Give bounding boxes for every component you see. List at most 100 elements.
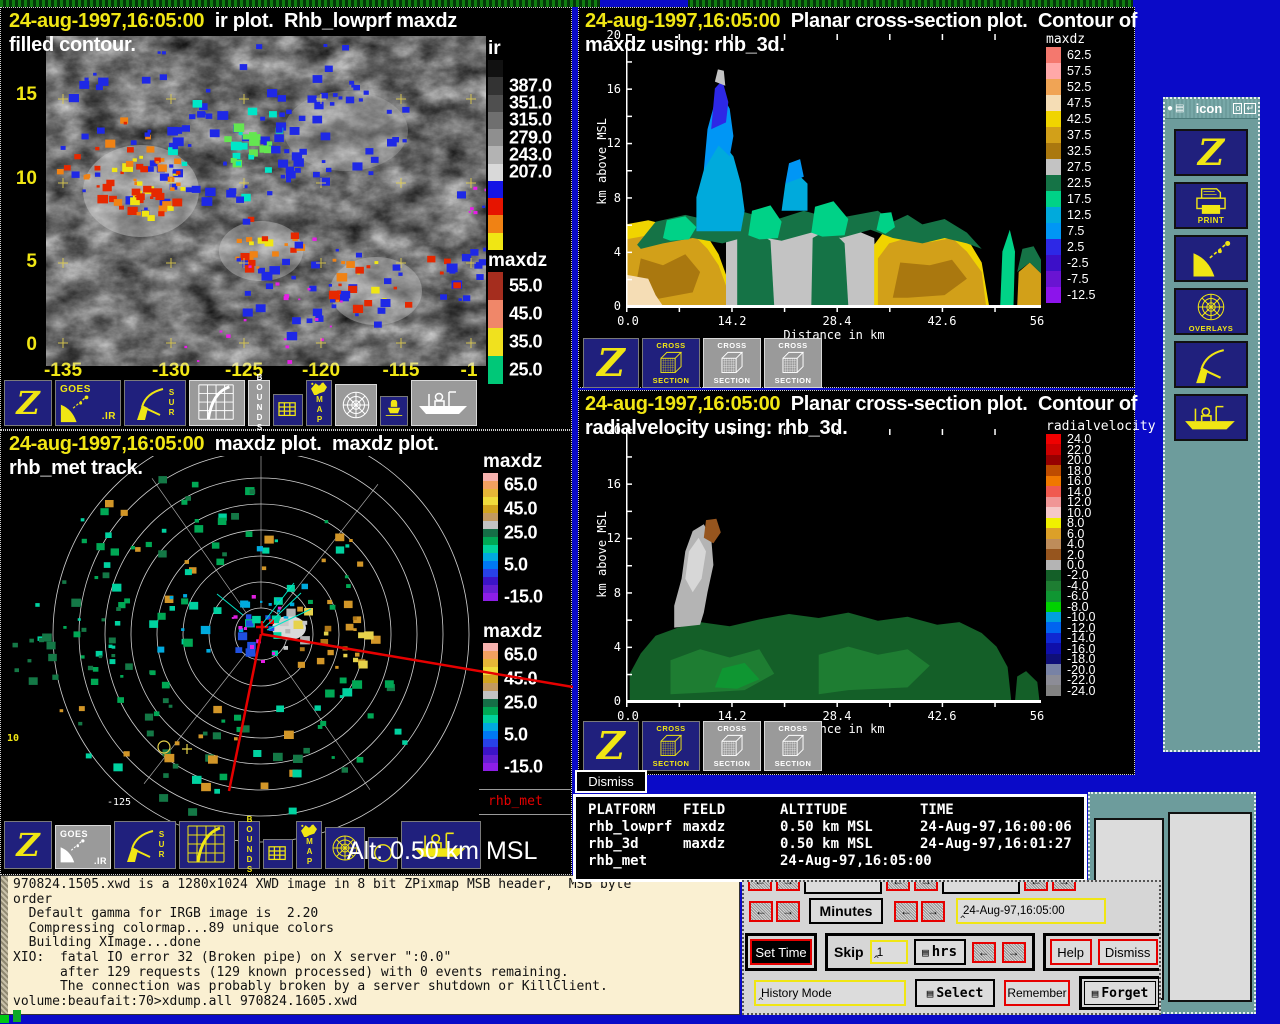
time-units-row-clipped: ← → ← → ← → <box>748 880 1076 894</box>
help-button[interactable]: Help <box>1050 939 1092 965</box>
caret: ^ <box>758 997 763 1007</box>
forget-button[interactable]: ▤ Forget <box>1084 981 1156 1005</box>
step-back-button[interactable]: ← <box>1024 880 1048 891</box>
table-cell: maxdz <box>683 836 780 853</box>
xsec2-title-line2: radialvelocity using: rhb_3d. <box>585 417 847 440</box>
xsec1-toolbar: Z CROSS SECTION CROSS SECTION CROSS SECT… <box>583 338 822 388</box>
zebra-menu-button[interactable]: Z <box>583 338 639 388</box>
satellite-image <box>46 36 486 366</box>
table-header: FIELD <box>683 802 780 819</box>
step-back-button[interactable]: ← <box>748 880 772 891</box>
colorbar-swatch <box>483 497 498 505</box>
colorbar-swatch <box>1046 622 1061 632</box>
buoy-button[interactable] <box>380 396 408 426</box>
terminal-line: order <box>13 893 737 908</box>
grid-plot-button[interactable] <box>179 821 235 869</box>
step-back-button[interactable]: ← <box>886 880 910 891</box>
goes-ir-button[interactable]: GOES .IR <box>55 825 111 869</box>
skip-value-field[interactable]: 1 ^ <box>870 940 908 964</box>
zebra-button[interactable]: Z <box>1174 129 1248 176</box>
satellite-button[interactable] <box>1174 235 1248 282</box>
bounds-button[interactable]: BOUNDS <box>248 380 270 426</box>
ship-icon <box>1182 401 1240 435</box>
hours-unit-button[interactable]: ▤ hrs <box>914 939 966 965</box>
remember-button[interactable]: Remember <box>1004 980 1070 1006</box>
colorbar-value: 22.5 <box>1067 176 1091 190</box>
map-button[interactable]: MAP <box>296 821 322 869</box>
colorbar-value: 52.5 <box>1067 80 1091 94</box>
colorbar-value: 62.5 <box>1067 48 1091 62</box>
ir-colorbar: 387.0351.0315.0279.0243.0207.0 <box>488 60 568 250</box>
ship-launch-button[interactable] <box>1174 394 1248 441</box>
skip-forward-button[interactable]: → <box>1002 942 1026 963</box>
minutes-back-button2[interactable]: ← <box>894 901 918 922</box>
surveillance-button[interactable]: SUR <box>124 380 186 426</box>
colorbar-swatch <box>483 691 498 699</box>
terminal-line: The connection was probably broken by a … <box>13 980 737 995</box>
colorbar-value: 47.5 <box>1067 96 1091 110</box>
desktop-corner-square <box>0 1014 9 1023</box>
icon-window-titlebar[interactable]: ● ▤ icon o ↵ <box>1165 99 1258 119</box>
ir-plot-title: 24-aug-1997,16:05:00 ir plot. Rhb_lowprf… <box>9 10 457 33</box>
table-cell: 24-Aug-97,16:00:06 <box>920 819 1084 836</box>
zebra-menu-button[interactable]: Z <box>4 821 52 869</box>
map-button[interactable]: MAP <box>306 380 332 426</box>
small-grid-button[interactable] <box>273 394 303 426</box>
cross-section-button-1[interactable]: CROSS SECTION <box>642 338 700 388</box>
cross-section-button-2[interactable]: CROSS SECTION <box>703 338 761 388</box>
cross-section-button-1[interactable]: CROSS SECTION <box>642 721 700 771</box>
step-forward-button[interactable]: → <box>1052 880 1076 891</box>
colorbar-value: -15.0 <box>504 587 543 608</box>
small-grid-button[interactable] <box>263 839 293 869</box>
unit-button[interactable] <box>804 880 882 894</box>
grid-plot-button[interactable] <box>189 380 245 426</box>
surveillance-button[interactable]: SUR <box>114 821 176 869</box>
antenna-button[interactable] <box>1174 341 1248 388</box>
zebra-menu-button[interactable]: Z <box>4 380 52 426</box>
bounds-button[interactable]: BOUNDS <box>238 821 260 869</box>
colorbar-swatch <box>483 763 498 771</box>
ship-button[interactable] <box>411 380 477 426</box>
cross-section-button-2[interactable]: CROSS SECTION <box>703 721 761 771</box>
unit-button[interactable] <box>942 880 1020 894</box>
close-icon[interactable]: ↵ <box>1244 103 1256 114</box>
help-dismiss-group: Help Dismiss <box>1043 933 1161 971</box>
overlay-rings-button[interactable] <box>335 384 377 426</box>
step-forward-button[interactable]: → <box>776 880 800 891</box>
ship-icon <box>416 387 472 419</box>
window-menu-icon[interactable]: ● <box>1167 103 1173 114</box>
icon-window-title: icon <box>1187 101 1232 116</box>
ir-plot-timestamp: 24-aug-1997,16:05:00 <box>9 10 204 32</box>
minutes-forward-button[interactable]: → <box>776 901 800 922</box>
terminal-scrollbar[interactable] <box>1 876 8 1014</box>
xsec2-colorbar-label: radialvelocity <box>1046 419 1156 434</box>
history-mode-field[interactable]: History Mode ^ <box>754 980 906 1006</box>
colorbar-swatch <box>488 356 503 384</box>
minutes-forward-button2[interactable]: → <box>921 901 945 922</box>
overlays-button[interactable]: OVERLAYS <box>1174 288 1248 335</box>
skip-back-button[interactable]: ← <box>972 942 996 963</box>
colorbar-swatch <box>483 593 498 601</box>
cross-section-button-3[interactable]: CROSS SECTION <box>764 338 822 388</box>
dismiss-button[interactable]: Dismiss <box>1098 939 1158 965</box>
select-button[interactable]: ▤ Select <box>915 979 995 1007</box>
xsec2-y-tick: 0 <box>593 694 621 708</box>
colorbar-value: 27.5 <box>1067 160 1091 174</box>
cross-section-button-3[interactable]: CROSS SECTION <box>764 721 822 771</box>
table-dismiss-button[interactable]: Dismiss <box>575 770 647 793</box>
colorbar-swatch <box>1046 175 1061 191</box>
minutes-back-button[interactable]: ← <box>749 901 773 922</box>
caret: ^ <box>960 915 965 925</box>
minutes-button[interactable]: Minutes <box>809 898 883 924</box>
zebra-menu-button[interactable]: Z <box>583 721 639 771</box>
step-forward-button[interactable]: → <box>914 880 938 891</box>
goes-ir-button[interactable]: GOES .IR <box>55 380 121 426</box>
iconify-icon[interactable]: o <box>1233 103 1242 114</box>
window-data-table: Dismiss PLATFORM FIELD ALTITUDE TIME rhb… <box>573 770 1087 882</box>
window-list-icon[interactable]: ▤ <box>1175 103 1184 114</box>
set-time-button[interactable]: Set Time <box>750 939 812 965</box>
ir-toolbar: Z GOES .IR SUR BOUNDS MAP <box>4 376 477 426</box>
print-button[interactable]: PRINT <box>1174 182 1248 229</box>
terminal-text[interactable]: 970824.1505.xwd is a 1280x1024 XWD image… <box>13 878 737 1009</box>
datetime-field[interactable]: 24-Aug-97,16:05:00 ^ <box>956 898 1106 924</box>
